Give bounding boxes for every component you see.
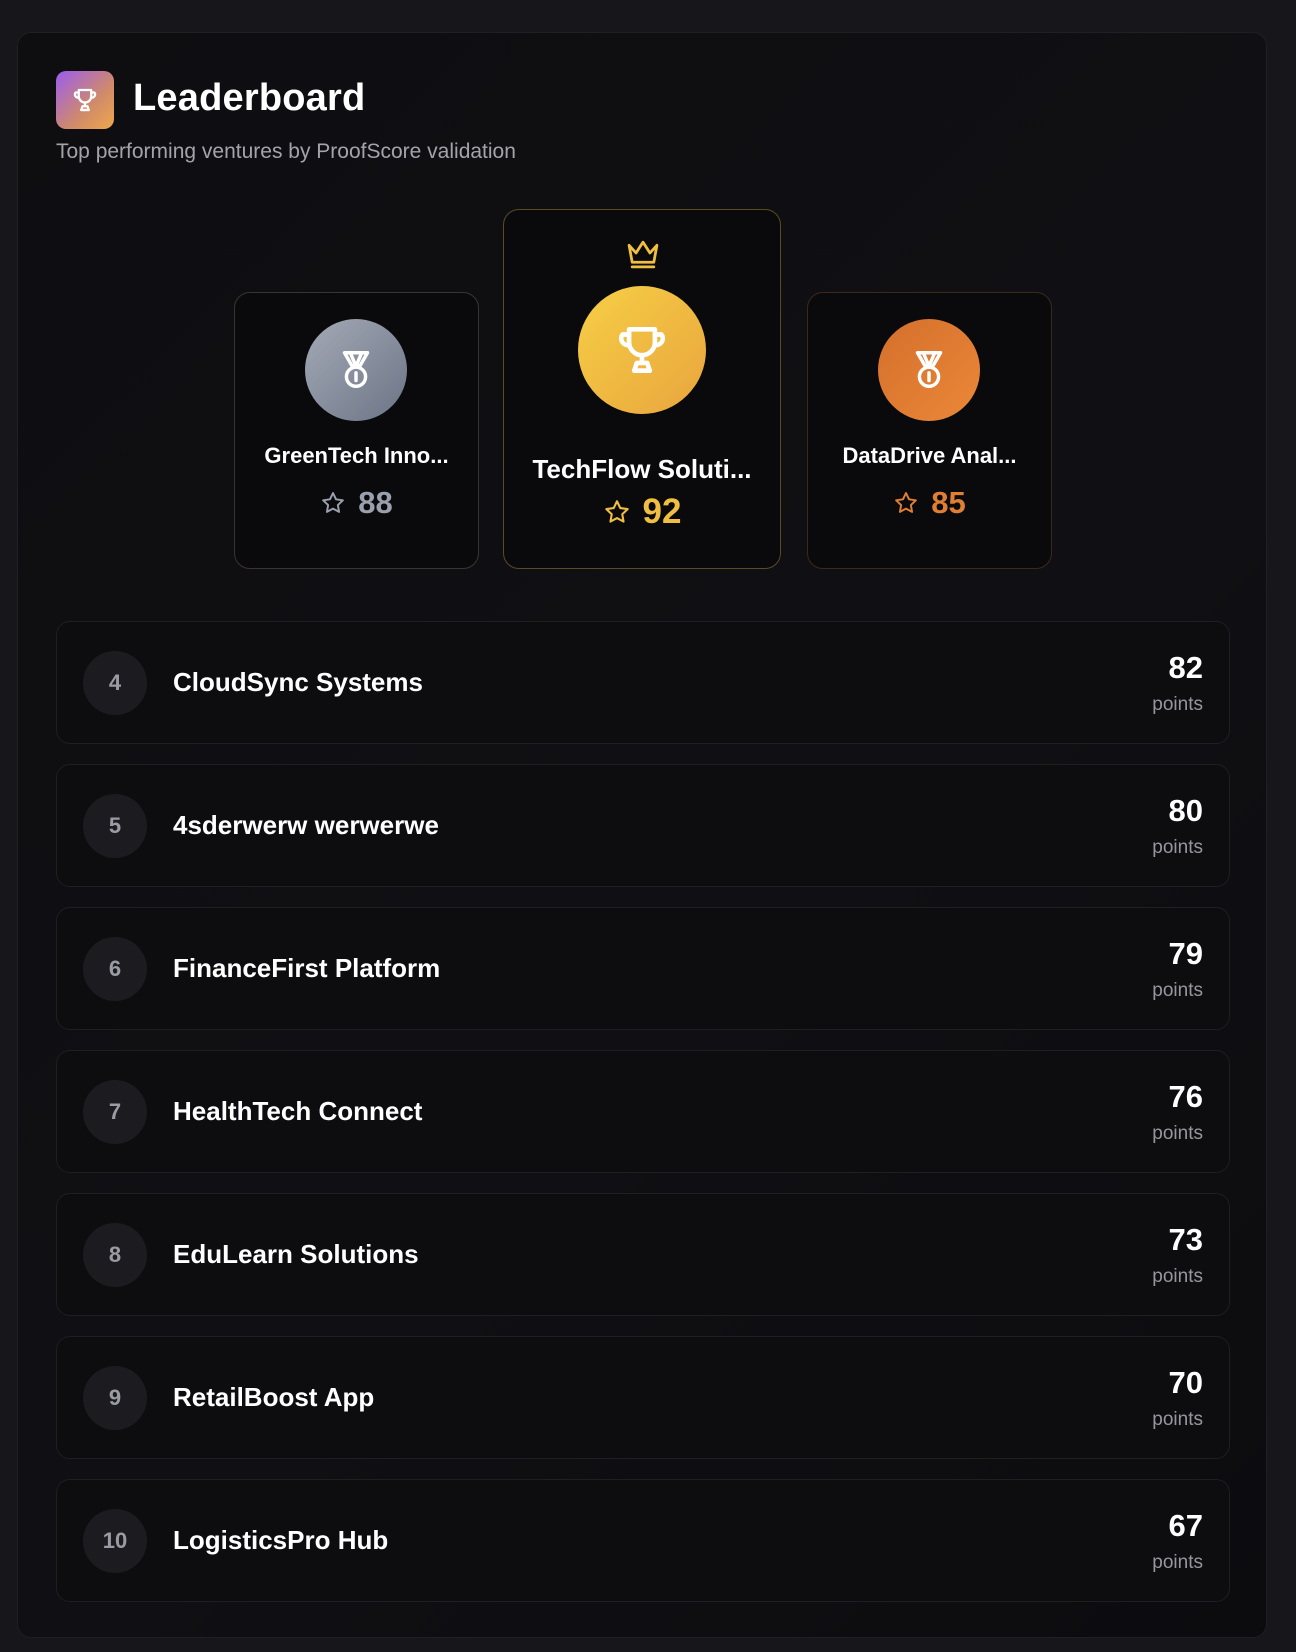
venture-name: EduLearn Solutions	[173, 1239, 419, 1269]
points-label: points	[1152, 1409, 1203, 1430]
points-value: 79	[1168, 936, 1203, 971]
medal-icon	[305, 319, 407, 421]
points-value: 70	[1168, 1365, 1203, 1400]
star-icon	[895, 492, 918, 513]
podium-card-first[interactable]: TechFlow Soluti... 92	[503, 209, 781, 569]
points-label: points	[1152, 1123, 1203, 1144]
star-icon	[322, 492, 345, 513]
points-label: points	[1152, 1266, 1203, 1287]
points-label: points	[1152, 980, 1203, 1001]
list-item[interactable]: 6 FinanceFirst Platform 79 points	[56, 907, 1230, 1030]
list-item[interactable]: 8 EduLearn Solutions 73 points	[56, 1193, 1230, 1316]
venture-name: LogisticsPro Hub	[173, 1525, 389, 1555]
list-item[interactable]: 10 LogisticsPro Hub 67 points	[56, 1479, 1230, 1602]
list-item[interactable]: 9 RetailBoost App 70 points	[56, 1336, 1230, 1459]
trophy-icon	[578, 286, 706, 414]
list-item[interactable]: 7 HealthTech Connect 76 points	[56, 1050, 1230, 1173]
points-value: 73	[1168, 1222, 1203, 1257]
podium-score-value: 88	[358, 485, 393, 520]
list-item[interactable]: 5 4sderwerw werwerwe 80 points	[56, 764, 1230, 887]
podium-score-value: 92	[642, 492, 682, 531]
rank-badge: 10	[83, 1509, 147, 1573]
rank-badge: 9	[83, 1366, 147, 1430]
crown-icon	[624, 236, 662, 275]
points-label: points	[1152, 694, 1203, 715]
venture-name: FinanceFirst Platform	[173, 953, 441, 983]
rank-badge: 6	[83, 937, 147, 1001]
list-item[interactable]: 4 CloudSync Systems 82 points	[56, 621, 1230, 744]
points-value: 76	[1168, 1079, 1203, 1114]
venture-name: RetailBoost App	[173, 1382, 375, 1412]
venture-name: CloudSync Systems	[173, 667, 423, 697]
venture-name: HealthTech Connect	[173, 1096, 423, 1126]
page-title: Leaderboard	[133, 77, 366, 119]
star-icon	[604, 500, 629, 523]
trophy-icon	[56, 71, 114, 129]
points-label: points	[1152, 837, 1203, 858]
podium-name: TechFlow Soluti...	[532, 454, 752, 484]
venture-name: 4sderwerw werwerwe	[173, 810, 439, 840]
podium-score: 85	[808, 485, 1051, 521]
points-value: 80	[1168, 793, 1203, 828]
podium-name: DataDrive Anal...	[842, 443, 1017, 468]
podium-name: GreenTech Inno...	[264, 443, 449, 468]
points-label: points	[1152, 1552, 1203, 1573]
rankings-list: 4 CloudSync Systems 82 points 5 4sderwer…	[56, 621, 1230, 1622]
podium-card-third[interactable]: DataDrive Anal... 85	[807, 292, 1052, 569]
podium-score-value: 85	[931, 485, 966, 520]
rank-badge: 4	[83, 651, 147, 715]
rank-badge: 8	[83, 1223, 147, 1287]
points-value: 82	[1168, 650, 1203, 685]
podium-card-second[interactable]: GreenTech Inno... 88	[234, 292, 479, 569]
medal-icon	[878, 319, 980, 421]
points-value: 67	[1168, 1508, 1203, 1543]
rank-badge: 5	[83, 794, 147, 858]
leaderboard-panel: Leaderboard Top performing ventures by P…	[17, 32, 1267, 1638]
page-subtitle: Top performing ventures by ProofScore va…	[56, 140, 516, 163]
rank-badge: 7	[83, 1080, 147, 1144]
podium-score: 88	[235, 485, 478, 521]
podium-score: 92	[504, 492, 780, 532]
